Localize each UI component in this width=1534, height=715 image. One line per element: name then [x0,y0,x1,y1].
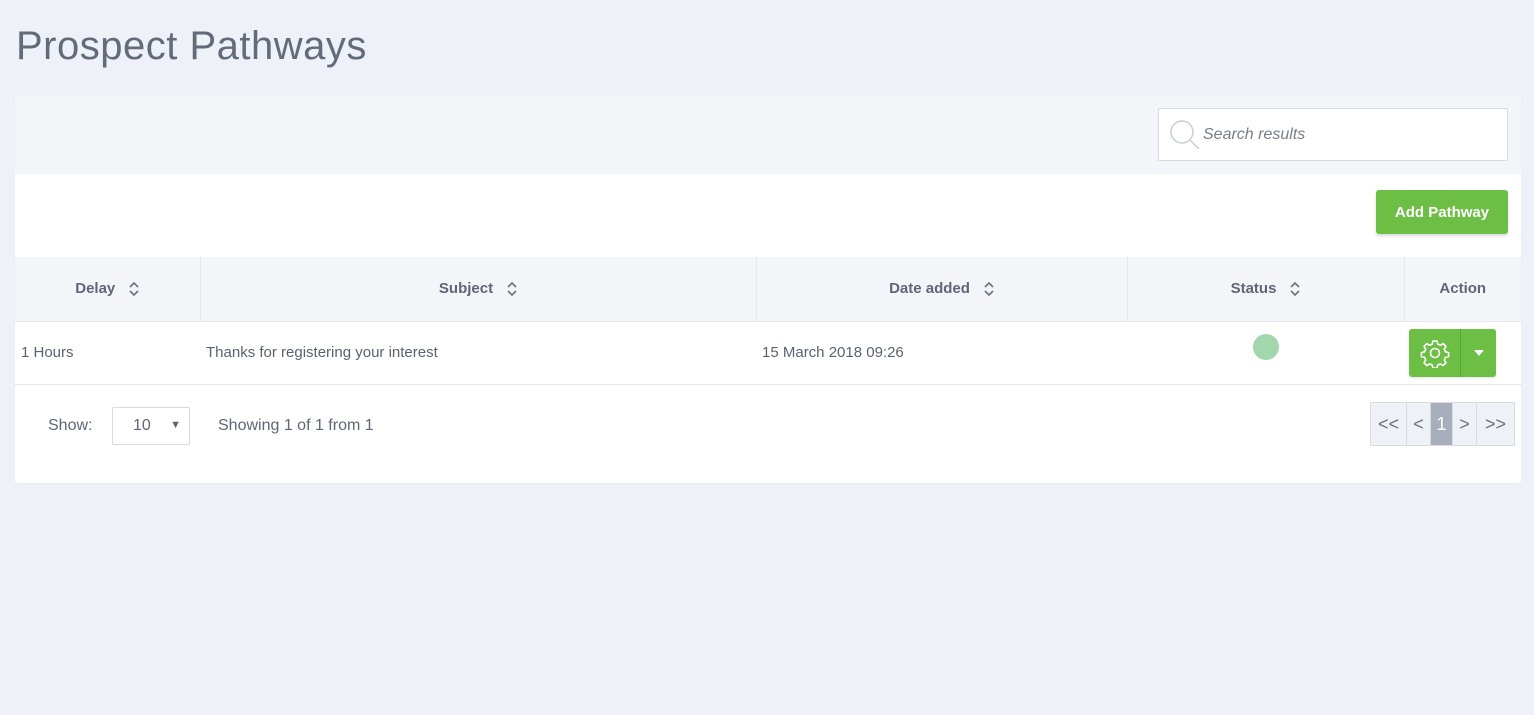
column-label: Subject [438,280,494,298]
page-size-value: 10 [133,417,151,434]
pagination-last[interactable]: >> [1477,403,1514,445]
chevron-down-icon: ▼ [170,419,181,431]
sort-icon[interactable] [507,281,517,297]
row-actions-dropdown-button[interactable] [1461,328,1496,377]
search-input[interactable] [1203,109,1503,160]
cell-action [1404,321,1521,385]
pathways-panel: Add Pathway Delay Subject [15,95,1521,483]
cell-subject: Thanks for registering your interest [200,321,756,385]
search-icon [1170,120,1200,150]
gear-icon [1420,339,1449,368]
sort-icon[interactable] [129,281,139,297]
search-bar-area [15,95,1521,174]
column-header-status[interactable]: Status [1127,257,1405,322]
row-action-group [1409,328,1496,377]
sort-icon[interactable] [1290,281,1300,297]
column-header-subject[interactable]: Subject [200,257,757,322]
cell-date-added: 15 March 2018 09:26 [756,321,1127,385]
page-title: Prospect Pathways [16,24,367,68]
column-header-date-added[interactable]: Date added [756,257,1128,322]
table-row[interactable]: 1 Hours Thanks for registering your inte… [15,321,1521,385]
pagination-next[interactable]: > [1453,403,1477,445]
caret-down-icon [1473,349,1484,356]
pagination-first[interactable]: << [1371,403,1407,445]
status-indicator [1252,333,1279,360]
table-header-row: Delay Subject Date added Status Action [15,257,1521,322]
column-label: Status [1230,280,1277,298]
page-size-select[interactable]: 10 ▼ [112,407,190,445]
sort-icon[interactable] [984,281,994,297]
cell-delay: 1 Hours [15,321,200,385]
column-header-delay[interactable]: Delay [15,257,201,322]
show-label: Show: [48,417,93,434]
cell-status [1127,321,1404,385]
table-footer: Show: 10 ▼ Showing 1 of 1 from 1 << < 1 … [15,385,1521,483]
pagination-current-page[interactable]: 1 [1431,403,1453,445]
pagination-prev[interactable]: < [1407,403,1431,445]
add-pathway-button[interactable]: Add Pathway [1376,190,1508,234]
column-label: Date added [889,280,970,298]
search-box[interactable] [1158,108,1508,161]
results-summary: Showing 1 of 1 from 1 [218,417,374,434]
pagination: << < 1 > >> [1370,402,1515,446]
column-label: Delay [75,280,116,298]
row-settings-button[interactable] [1409,328,1461,377]
column-header-action: Action [1404,257,1521,322]
column-label: Action [1439,280,1487,298]
pathways-table: Delay Subject Date added Status Action 1… [15,257,1521,385]
